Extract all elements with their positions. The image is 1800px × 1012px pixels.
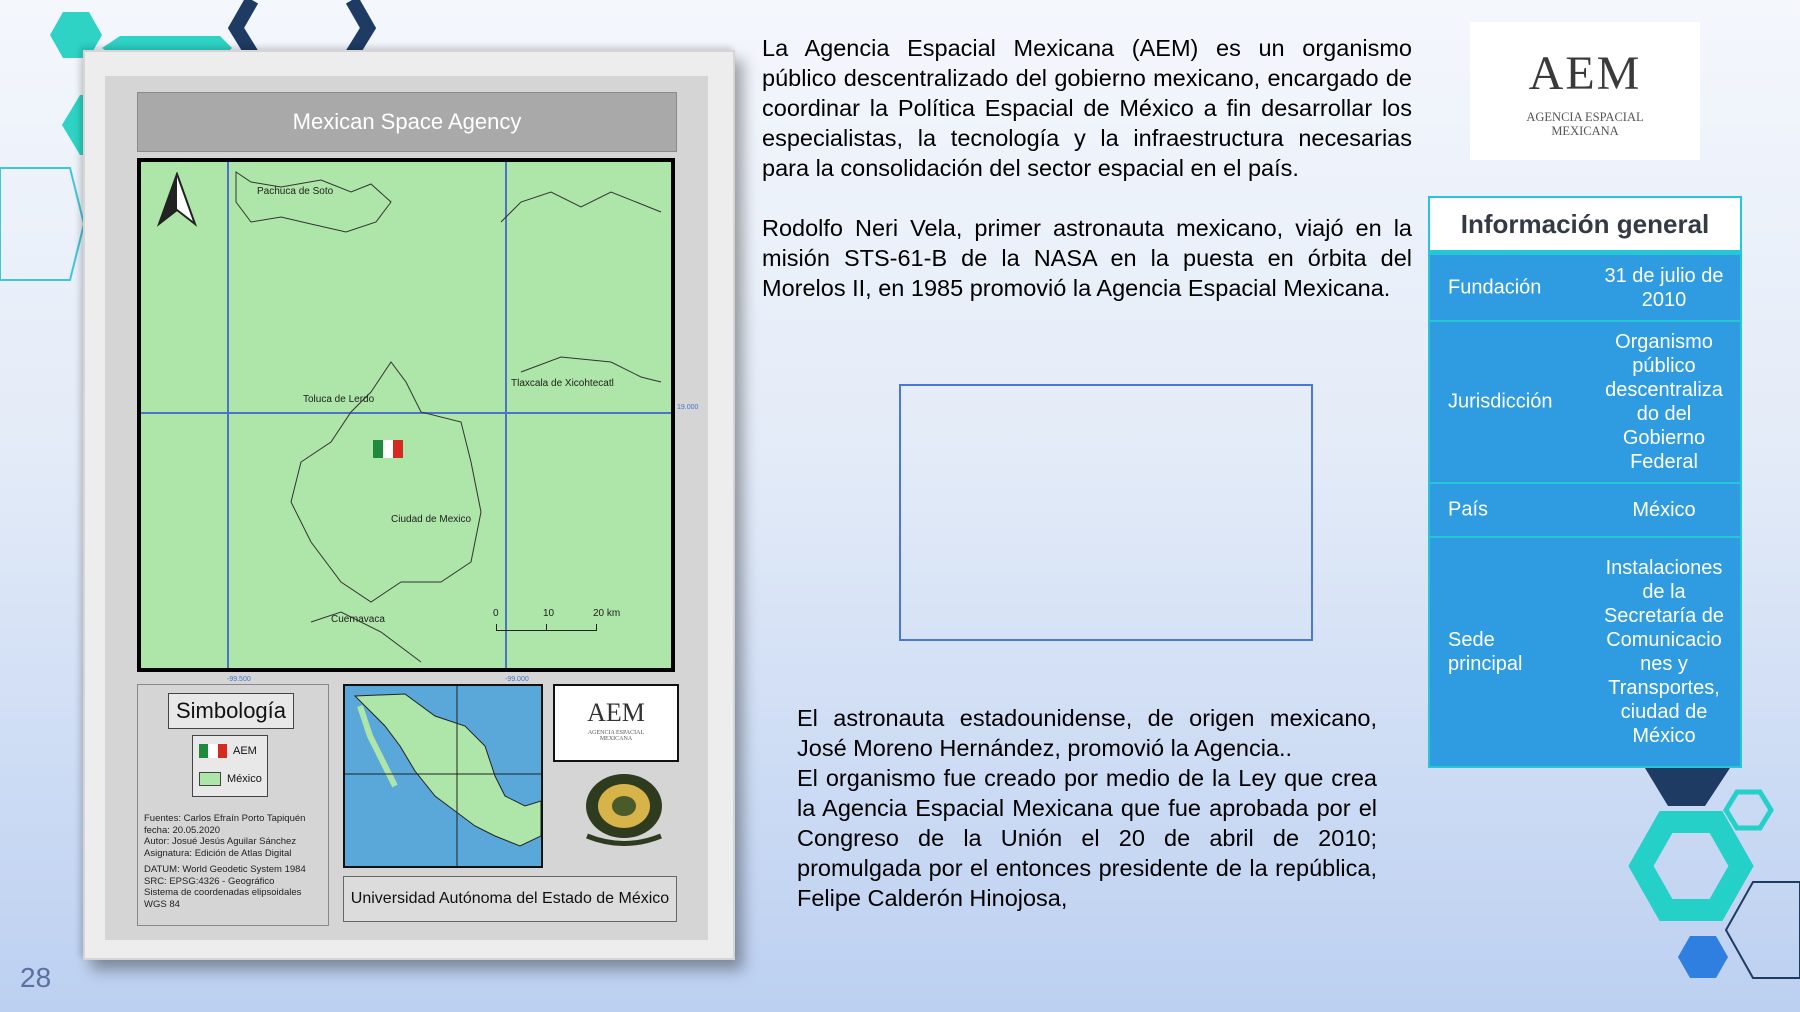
info-table-title: Información general bbox=[1430, 198, 1740, 253]
coordinate-label: 19.000 bbox=[677, 404, 699, 411]
outline-hexagon-br bbox=[1724, 881, 1800, 979]
image-placeholder bbox=[899, 384, 1313, 641]
info-key: Jurisdicción bbox=[1448, 390, 1553, 413]
outline-hexagon-left bbox=[0, 167, 86, 281]
place-label: Toluca de Lerdo bbox=[303, 394, 375, 405]
map-sheet: Mexican Space Agency Pachuca de Soto Tol… bbox=[105, 76, 708, 940]
university-crest-icon bbox=[586, 774, 662, 846]
state-boundaries bbox=[235, 171, 662, 663]
small-teal-hexagon bbox=[1723, 789, 1774, 831]
mexico-flag-icon bbox=[373, 440, 403, 458]
mexico-outline bbox=[345, 686, 541, 866]
info-value: 31 de julio de 2010 bbox=[1604, 264, 1724, 311]
page-number: 28 bbox=[20, 962, 52, 993]
logo-subtitle: AGENCIA ESPACIAL MEXICANA bbox=[1526, 110, 1644, 138]
navy-hexagon-right bbox=[345, 0, 377, 58]
map-title: Mexican Space Agency bbox=[137, 92, 677, 152]
green-swatch-icon bbox=[199, 772, 221, 786]
legend-items: AEM México bbox=[192, 735, 268, 797]
navy-hexagon-left bbox=[227, 0, 259, 58]
place-label: Pachuca de Soto bbox=[257, 186, 334, 197]
mexico-flag-icon bbox=[199, 744, 227, 758]
legend-item-mexico: México bbox=[199, 772, 262, 786]
info-row-jurisdiccion: Jurisdicción Organismo público descentra… bbox=[1430, 320, 1740, 482]
info-value: México bbox=[1632, 499, 1696, 521]
info-key: País bbox=[1448, 498, 1489, 521]
info-value: Organismo público descentraliza do del G… bbox=[1605, 331, 1723, 473]
info-key: Fundación bbox=[1448, 276, 1542, 298]
coordinate-label: -99.500 bbox=[227, 676, 251, 683]
paragraph-neri-vela: Rodolfo Neri Vela, primer astronauta mex… bbox=[762, 215, 1412, 301]
legend-title: Simbología bbox=[168, 693, 294, 729]
map-frame: Pachuca de Soto Toluca de Lerdo Tlaxcala… bbox=[137, 158, 698, 683]
legend: Simbología AEM México Fuentes: Carlos Ef… bbox=[137, 684, 329, 926]
place-label: Cuernavaca bbox=[331, 614, 385, 625]
legend-item-aem: AEM bbox=[199, 744, 257, 758]
paragraph-ley: El organismo fue creado por medio de la … bbox=[797, 765, 1377, 911]
aem-logo-small: AEM AGENCIA ESPACIAL MEXICANA bbox=[553, 684, 679, 762]
aem-logo: AEM AGENCIA ESPACIAL MEXICANA bbox=[1470, 22, 1700, 160]
info-row-sede: Sede principal Instalaciones de la Secre… bbox=[1430, 536, 1740, 766]
regional-map: Pachuca de Soto Toluca de Lerdo Tlaxcala… bbox=[141, 162, 671, 668]
logo-wordmark: AEM bbox=[1528, 47, 1642, 100]
paragraph-aem-description: La Agencia Espacial Mexicana (AEM) es un… bbox=[762, 35, 1412, 181]
legend-sources: Fuentes: Carlos Efraín Porto Tapiquén fe… bbox=[144, 813, 306, 910]
north-arrow-icon bbox=[156, 172, 198, 227]
navy-hexagon-br bbox=[1645, 768, 1730, 806]
info-row-fundacion: Fundación 31 de julio de 2010 bbox=[1430, 253, 1740, 320]
info-key: Sede principal bbox=[1448, 629, 1523, 675]
info-row-pais: País México bbox=[1430, 482, 1740, 536]
map-card: Mexican Space Agency Pachuca de Soto Tol… bbox=[83, 50, 735, 960]
teal-ring-hexagon bbox=[1628, 811, 1754, 921]
place-label: Ciudad de Mexico bbox=[391, 514, 472, 525]
scale-bar: 0 10 20 km bbox=[493, 608, 633, 638]
place-label: Tlaxcala de Xicohtecatl bbox=[511, 378, 614, 389]
info-table: Información general Fundación 31 de juli… bbox=[1428, 196, 1742, 768]
coordinate-label: -99.000 bbox=[505, 676, 529, 683]
inset-map-mexico bbox=[343, 684, 543, 868]
info-value: Instalaciones de la Secretaría de Comuni… bbox=[1603, 557, 1725, 747]
university-label: Universidad Autónoma del Estado de Méxic… bbox=[343, 876, 677, 922]
paragraph-moreno: El astronauta estadounidense, de origen … bbox=[797, 705, 1377, 761]
blue-hexagon bbox=[1678, 936, 1728, 978]
